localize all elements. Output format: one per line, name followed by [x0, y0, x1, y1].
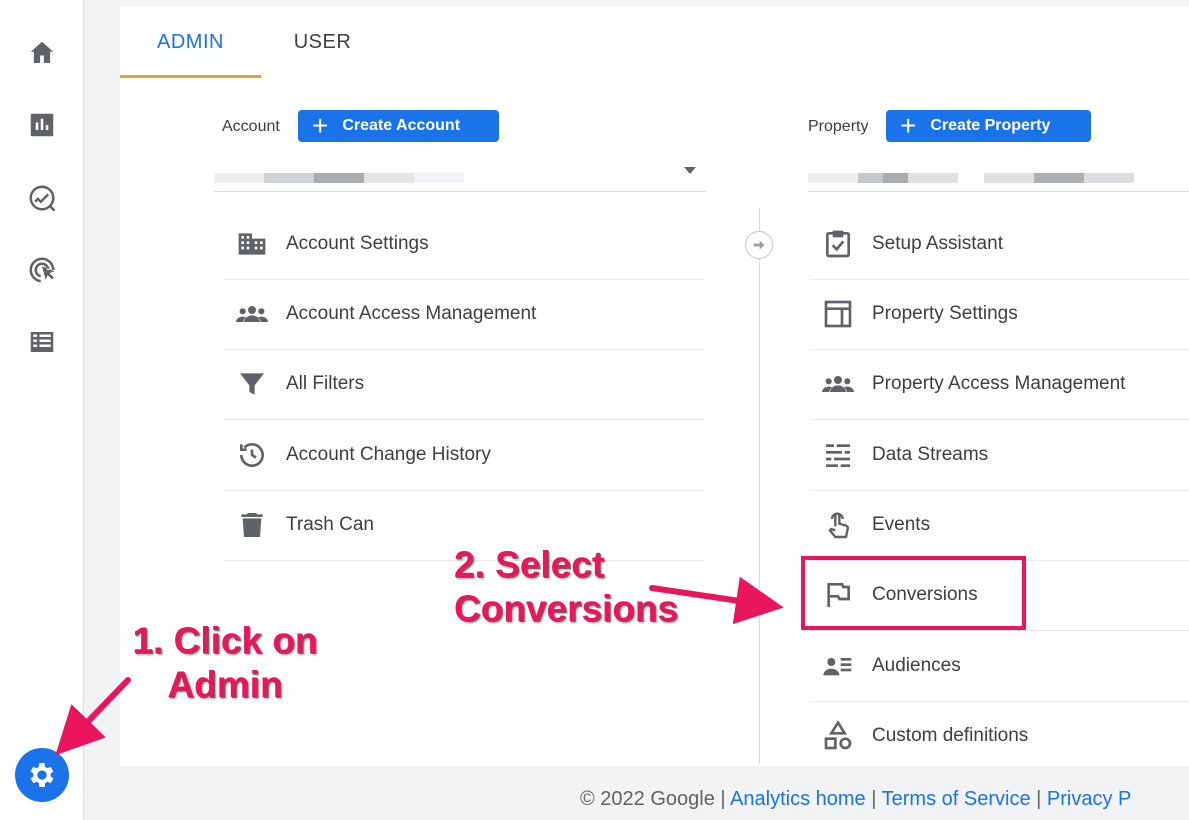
tab-user[interactable]: USER	[270, 6, 375, 78]
menu-label: Property Settings	[872, 303, 1018, 324]
data-streams-item[interactable]: Data Streams	[810, 420, 1189, 491]
shapes-icon	[820, 718, 856, 754]
menu-label: Account Access Management	[286, 303, 537, 324]
admin-tab-bar: ADMIN USER	[120, 6, 1189, 78]
step2-line1: 2. Select	[454, 544, 605, 585]
property-label: Property	[808, 118, 869, 135]
explore-icon[interactable]	[22, 178, 62, 218]
menu-label: All Filters	[286, 373, 365, 394]
analytics-home-link[interactable]: Analytics home	[730, 788, 866, 810]
chevron-down-icon	[684, 167, 696, 174]
building-icon	[234, 226, 270, 262]
step1-line1: 1. Click on	[132, 620, 318, 661]
create-account-button[interactable]: + Create Account	[298, 110, 499, 142]
all-filters-item[interactable]: All Filters	[224, 349, 705, 420]
people-icon	[234, 296, 270, 332]
configure-icon[interactable]	[22, 322, 62, 362]
touch-icon	[820, 507, 856, 543]
step1-line2: Admin	[167, 664, 283, 705]
menu-label: Setup Assistant	[872, 233, 1003, 254]
admin-gear-icon[interactable]	[15, 748, 69, 802]
checklist-icon	[820, 226, 856, 262]
menu-label: Data Streams	[872, 444, 989, 465]
advertising-icon[interactable]	[22, 250, 62, 290]
layout-icon	[820, 296, 856, 332]
property-settings-item[interactable]: Property Settings	[810, 279, 1189, 350]
arrow-right-icon	[745, 231, 773, 259]
account-change-history-item[interactable]: Account Change History	[224, 420, 705, 491]
conversions-highlight-box	[801, 556, 1026, 630]
menu-label: Custom definitions	[872, 725, 1029, 746]
left-nav-rail	[0, 0, 84, 820]
privacy-link[interactable]: Privacy P	[1047, 788, 1131, 810]
footer-separator: |	[1036, 788, 1042, 810]
property-access-management-item[interactable]: Property Access Management	[810, 349, 1189, 420]
footer: © 2022 Google | Analytics home | Terms o…	[580, 788, 1131, 811]
tab-admin[interactable]: ADMIN	[120, 6, 261, 78]
step2-line2: Conversions	[454, 588, 679, 629]
people-icon	[820, 366, 856, 402]
property-selector[interactable]	[808, 151, 1189, 192]
reports-icon[interactable]	[22, 105, 62, 145]
step2-annotation: 2. Select Conversions	[444, 543, 694, 631]
menu-label: Trash Can	[286, 514, 374, 535]
home-icon[interactable]	[22, 33, 62, 73]
create-account-label: Create Account	[342, 117, 461, 134]
terms-of-service-link[interactable]: Terms of Service	[882, 788, 1031, 810]
setup-assistant-item[interactable]: Setup Assistant	[810, 209, 1189, 280]
menu-label: Audiences	[872, 655, 961, 676]
create-property-label: Create Property	[930, 117, 1051, 134]
account-access-management-item[interactable]: Account Access Management	[224, 279, 705, 350]
column-divider	[759, 208, 760, 764]
audience-icon	[820, 648, 856, 684]
audiences-item[interactable]: Audiences	[810, 631, 1189, 702]
streams-icon	[820, 437, 856, 473]
step1-annotation: 1. Click on Admin	[120, 619, 330, 707]
history-icon	[234, 437, 270, 473]
account-selector[interactable]	[214, 151, 706, 192]
footer-copyright: © 2022 Google |	[580, 788, 726, 810]
custom-definitions-item[interactable]: Custom definitions	[810, 701, 1189, 771]
menu-label: Property Access Management	[872, 373, 1126, 394]
account-settings-item[interactable]: Account Settings	[224, 209, 705, 280]
menu-label: Account Change History	[286, 444, 491, 465]
create-property-button[interactable]: + Create Property	[886, 110, 1091, 142]
menu-label: Events	[872, 514, 931, 535]
account-label: Account	[222, 118, 280, 135]
plus-icon: +	[900, 110, 917, 141]
menu-label: Account Settings	[286, 233, 429, 254]
filter-icon	[234, 366, 270, 402]
events-item[interactable]: Events	[810, 490, 1189, 561]
plus-icon: +	[312, 110, 329, 141]
footer-separator: |	[871, 788, 877, 810]
trash-icon	[234, 507, 270, 543]
